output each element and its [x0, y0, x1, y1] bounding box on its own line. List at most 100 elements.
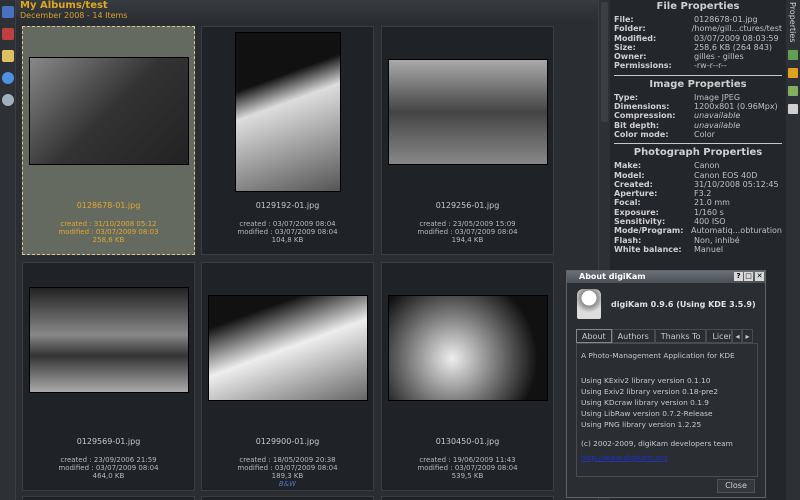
- dialog-titlebar[interactable]: About digiKam ? □ ✕: [567, 271, 765, 283]
- dialog-heading: digiKam 0.9.6 (Using KDE 3.5.9): [611, 300, 756, 309]
- property-row: Created: 31/10/2008 05:12:45: [614, 180, 782, 189]
- property-label: Model:: [614, 170, 645, 180]
- tab-properties[interactable]: Properties: [788, 2, 797, 42]
- file-meta: created : 31/10/2008 05:12 modified : 03…: [23, 220, 194, 244]
- thumbnail-image[interactable]: [387, 295, 548, 401]
- file-size: 189,3 KB: [271, 472, 304, 480]
- property-label: White balance:: [614, 244, 682, 254]
- file-name: 0128678-01.jpg: [76, 201, 141, 210]
- property-value: 03/07/2009 08:03:59: [694, 33, 779, 43]
- albums-icon[interactable]: [2, 6, 14, 18]
- property-label: Focal:: [614, 198, 641, 208]
- thumbnail-card[interactable]: 0129192-01.jpg created : 03/07/2009 08:0…: [201, 26, 374, 255]
- thumbnail-card[interactable]: 0129900-01.jpg created : 18/05/2009 20:3…: [201, 262, 374, 491]
- about-line: (c) 2002-2009, digiKam developers team: [581, 439, 733, 448]
- file-meta: created : 03/07/2009 08:04 modified : 03…: [202, 220, 373, 244]
- metadata-icon[interactable]: [788, 50, 798, 61]
- about-line: Using PNG library version 1.2.25: [581, 420, 702, 429]
- property-value: unavailable: [694, 120, 741, 130]
- file-meta: created : 18/05/2009 20:38 modified : 03…: [202, 456, 373, 488]
- thumbnail-card[interactable]: 0129256-01.jpg created : 23/05/2009 15:0…: [381, 26, 554, 255]
- property-value: Non, inhibé: [694, 235, 740, 245]
- thumbnail-card[interactable]: 0130450-01.jpg created : 19/06/2009 11:4…: [381, 262, 554, 491]
- help-button[interactable]: ?: [734, 272, 743, 281]
- property-label: Flash:: [614, 235, 642, 245]
- property-row: White balance: Manuel: [614, 245, 782, 254]
- thumbnail-image[interactable]: [234, 32, 341, 192]
- maximize-button[interactable]: □: [744, 272, 753, 281]
- search-icon[interactable]: [2, 94, 14, 106]
- thumbnail-card[interactable]: 0128678-01.jpg created : 31/10/2008 05:1…: [22, 26, 195, 255]
- property-label: Exposure:: [614, 207, 659, 217]
- property-value: 400 ISO: [694, 217, 726, 227]
- property-value: 31/10/2008 05:12:45: [694, 179, 779, 189]
- property-row: Owner: gilles - gilles: [614, 52, 782, 61]
- about-line: A Photo-Management Application for KDE: [581, 351, 735, 360]
- file-properties: File: 0128678-01.jpg Folder: /home/gill...c…: [614, 15, 782, 71]
- scrollbar-handle[interactable]: [601, 2, 608, 122]
- created-date: created : 19/06/2009 11:43: [419, 456, 516, 464]
- property-value: F3.2: [694, 189, 712, 199]
- property-value: Canon EOS 40D: [694, 170, 758, 180]
- property-row: Sensitivity: 400 ISO: [614, 217, 782, 226]
- property-value: Color: [694, 129, 715, 139]
- property-row: Type: Image JPEG: [614, 93, 782, 102]
- property-value: Manuel: [694, 244, 724, 254]
- property-value: Automatiq...obturation: [690, 226, 782, 236]
- created-date: created : 23/09/2006 21:59: [60, 456, 157, 464]
- property-label: Aperture:: [614, 189, 658, 199]
- property-label: Dimensions:: [614, 102, 670, 112]
- thumbnail-card[interactable]: 0129569-01.jpg created : 23/09/2006 21:5…: [22, 262, 195, 491]
- property-row: Make: Canon: [614, 161, 782, 170]
- about-line: Using KExiv2 library version 0.1.10: [581, 376, 711, 385]
- file-size: 464,0 KB: [92, 472, 125, 480]
- thumbnail-card[interactable]: [201, 496, 374, 500]
- about-line: Using KDcraw library version 0.1.9: [581, 398, 709, 407]
- thumbnail-image[interactable]: [28, 57, 189, 165]
- property-row: Folder: /home/gill...ctures/test: [614, 24, 782, 33]
- calendar-icon[interactable]: [2, 28, 14, 40]
- tags-icon[interactable]: [2, 50, 14, 62]
- thumbnail-image[interactable]: [207, 295, 368, 401]
- file-meta: created : 23/09/2006 21:59 modified : 03…: [23, 456, 194, 480]
- close-button[interactable]: Close: [717, 479, 755, 493]
- photo-properties: Make: Canon Model: Canon EOS 40D Created: 31/…: [614, 161, 782, 254]
- close-window-button[interactable]: ✕: [755, 272, 764, 281]
- tab-license[interactable]: Licen: [706, 329, 733, 343]
- colors-icon[interactable]: [788, 68, 798, 79]
- thumbnail-card[interactable]: [381, 496, 554, 500]
- tab-authors[interactable]: Authors: [611, 329, 655, 343]
- comments-icon[interactable]: [788, 86, 798, 97]
- property-value: 0128678-01.jpg: [694, 15, 758, 24]
- property-row: Model: Canon EOS 40D: [614, 171, 782, 180]
- property-value: unavailable: [694, 111, 741, 121]
- thumbnail-image[interactable]: [387, 59, 548, 165]
- created-date: created : 18/05/2009 20:38: [239, 456, 336, 464]
- property-value: gilles - gilles: [694, 52, 744, 62]
- thumbnail-image[interactable]: [28, 287, 189, 393]
- tags-panel-icon[interactable]: [788, 104, 798, 115]
- file-size: 539,5 KB: [451, 472, 484, 480]
- property-value: /home/gill...ctures/test: [691, 24, 782, 34]
- property-row: Compression: unavailable: [614, 111, 782, 120]
- homepage-link[interactable]: http://www.digikam.org: [581, 452, 753, 463]
- file-size: 194,4 KB: [451, 236, 484, 244]
- property-label: Sensitivity:: [614, 217, 666, 227]
- tab-thanks[interactable]: Thanks To: [654, 329, 707, 343]
- tab-about[interactable]: About: [576, 329, 612, 343]
- timeline-icon[interactable]: [2, 72, 14, 84]
- right-sidebar-tabs: Properties: [786, 0, 800, 500]
- about-dialog: About digiKam ? □ ✕ digiKam 0.9.6 (Using…: [566, 270, 766, 498]
- about-line: [581, 430, 753, 438]
- file-name: 0129256-01.jpg: [435, 201, 500, 210]
- file-meta: created : 19/06/2009 11:43 modified : 03…: [382, 456, 553, 480]
- tab-scroll-left[interactable]: ◂: [732, 329, 743, 343]
- property-row: Mode/Program: Automatiq...obturation: [614, 226, 782, 235]
- created-date: created : 03/07/2009 08:04: [239, 220, 336, 228]
- property-label: Size:: [614, 42, 636, 52]
- album-header: My Albums/test December 2008 - 14 Items: [16, 0, 598, 22]
- thumbnail-card[interactable]: [22, 496, 195, 500]
- tab-scroll-right[interactable]: ▸: [742, 329, 753, 343]
- property-label: Compression:: [614, 111, 676, 121]
- tag-label[interactable]: B&W: [202, 480, 373, 488]
